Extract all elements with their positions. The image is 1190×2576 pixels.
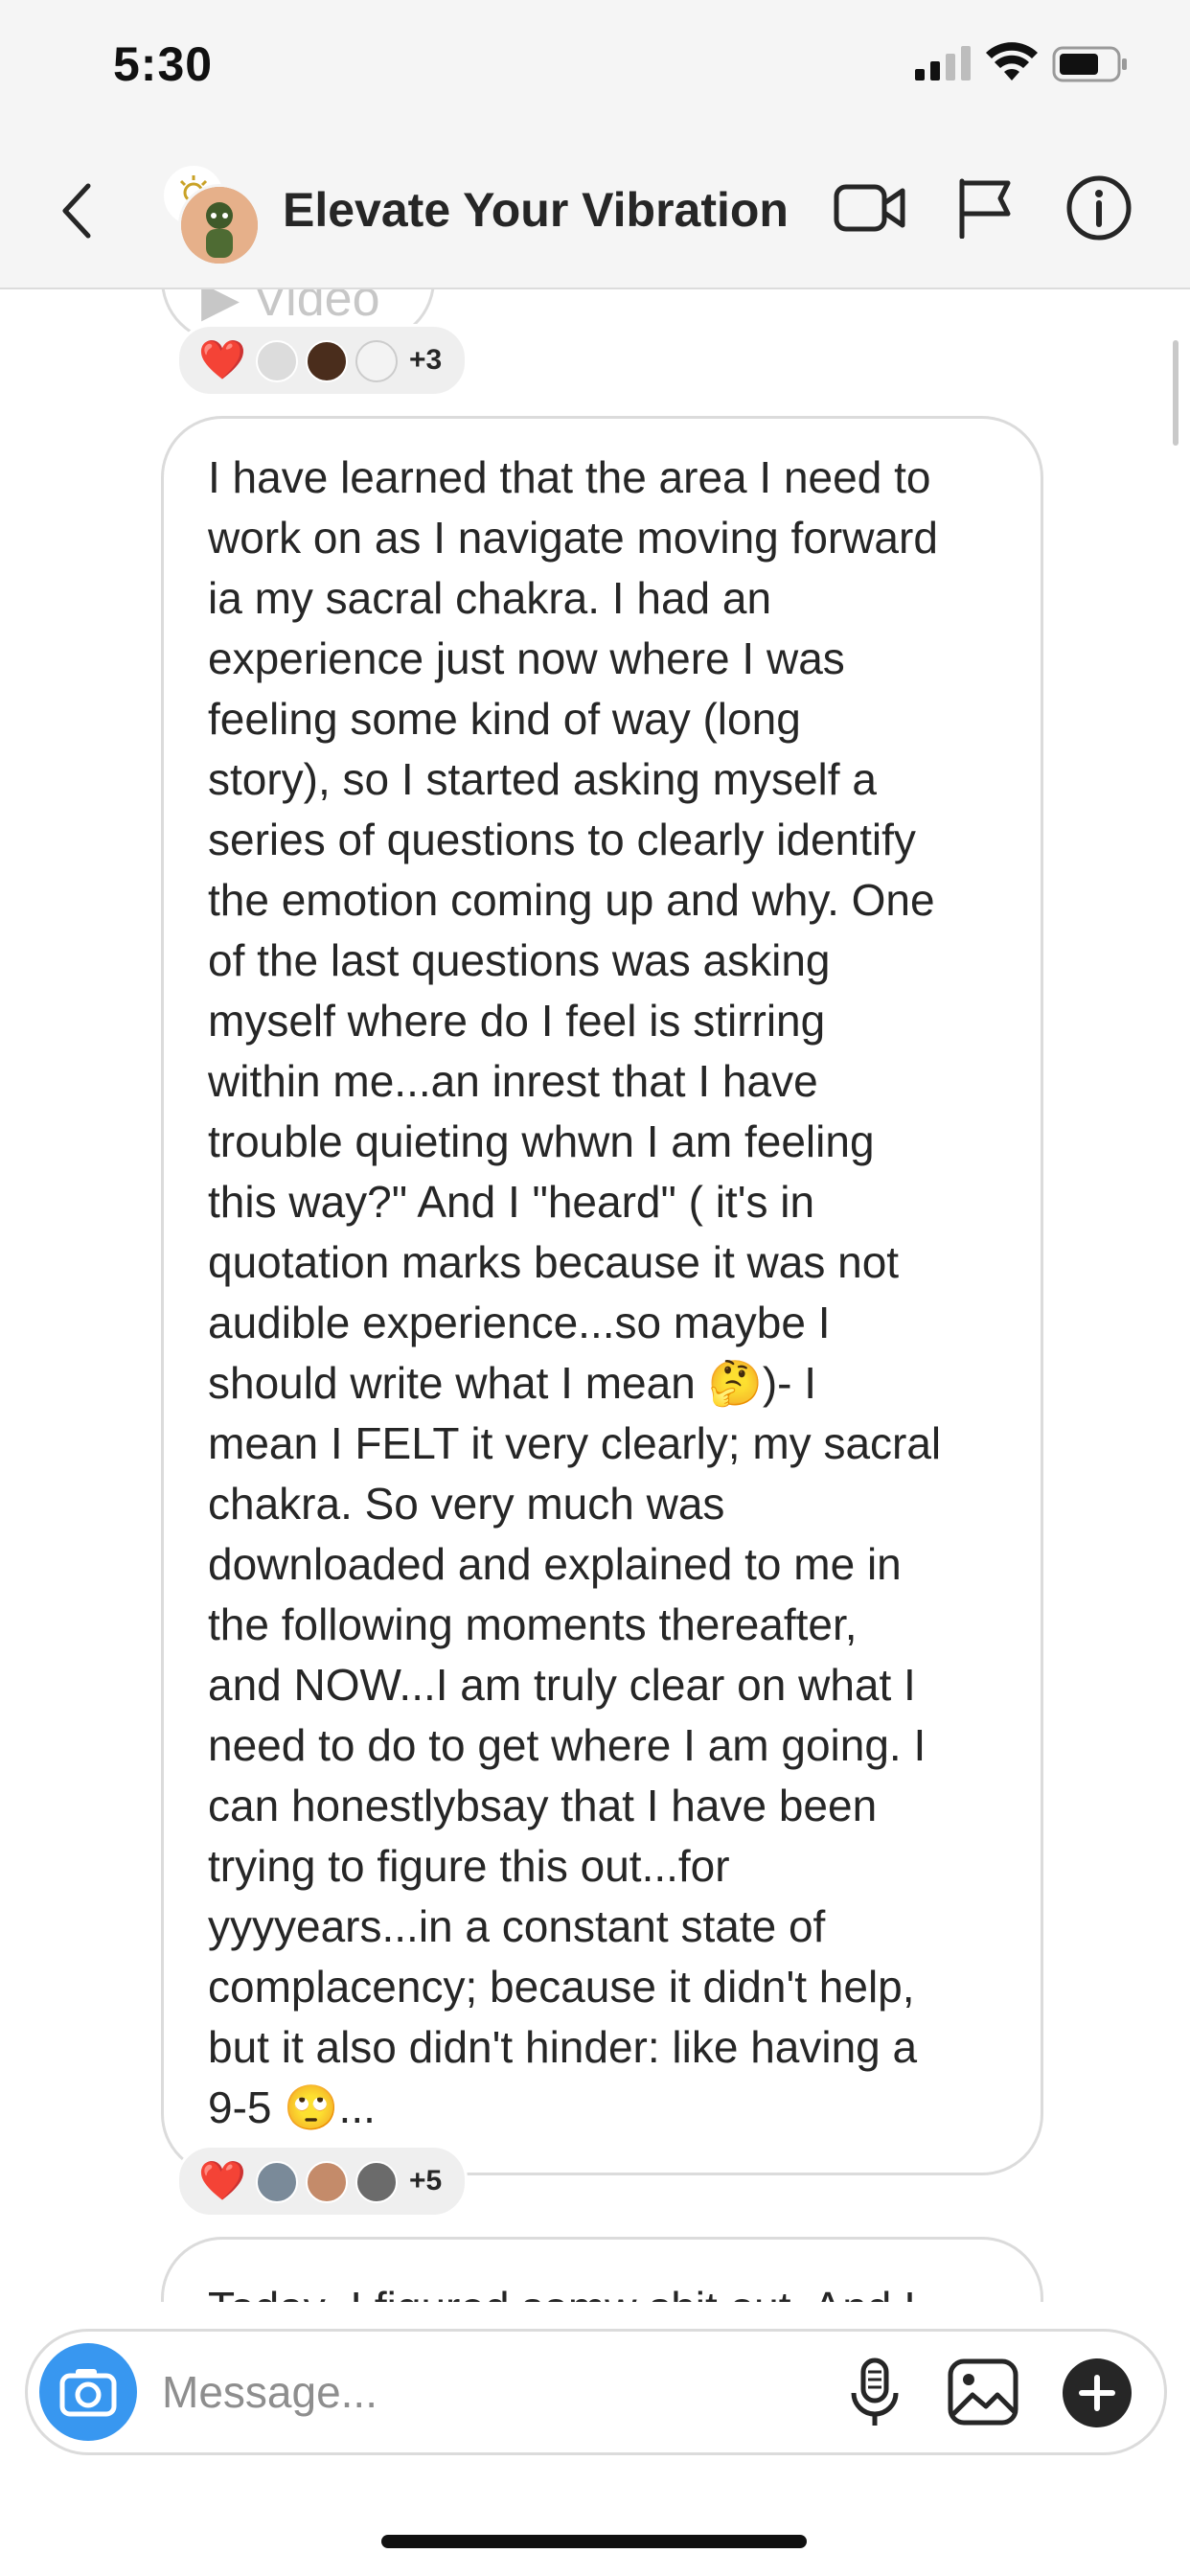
info-icon[interactable] (1065, 174, 1133, 242)
reactor-avatar (306, 2161, 348, 2203)
group-avatar[interactable] (161, 163, 261, 266)
heart-reaction-icon: ❤️ (198, 2160, 246, 2202)
message-reactions[interactable]: ❤️ +3 (176, 324, 468, 397)
message-text: I have learned that the area I need to w… (208, 452, 942, 2132)
avatar-primary (178, 184, 261, 266)
reactor-avatar (256, 2161, 298, 2203)
battery-icon (1052, 46, 1127, 82)
message-composer: Message... (25, 2329, 1167, 2455)
message-reactions[interactable]: ❤️ +5 (176, 2145, 468, 2218)
heart-reaction-icon: ❤️ (198, 339, 246, 381)
flag-icon[interactable] (956, 177, 1014, 239)
reactor-avatar (256, 340, 298, 382)
camera-icon (59, 2369, 117, 2417)
status-bar: 5:30 (0, 0, 1190, 134)
video-message-label: ▶ Video (201, 289, 380, 328)
status-time: 5:30 (113, 37, 214, 91)
message-bubble[interactable]: Today I figured somw shit out And I (161, 2237, 1043, 2302)
chat-title[interactable]: Elevate Your Vibration (283, 182, 789, 238)
cellular-signal-icon (915, 46, 971, 80)
play-icon: ▶ (201, 289, 254, 327)
camera-button[interactable] (39, 2343, 137, 2441)
message-thread[interactable]: ▶ Video ❤️ +3 I have learned that the ar… (0, 289, 1190, 2302)
person-figure-icon (181, 187, 258, 264)
reactor-avatar (355, 2161, 398, 2203)
video-camera-icon[interactable] (834, 177, 906, 239)
wifi-icon (986, 42, 1038, 80)
message-input[interactable]: Message... (162, 2366, 378, 2418)
scroll-indicator[interactable] (1173, 340, 1179, 446)
home-indicator[interactable] (381, 2535, 807, 2548)
message-text-preview: Today I figured somw shit out And I (208, 2278, 1003, 2302)
back-chevron-icon[interactable] (57, 182, 96, 240)
reactor-avatar (355, 340, 398, 382)
gallery-icon[interactable] (948, 2358, 1018, 2426)
reaction-count: +3 (409, 344, 443, 376)
microphone-icon[interactable] (846, 2357, 904, 2429)
add-icon[interactable] (1063, 2358, 1132, 2427)
message-bubble[interactable]: I have learned that the area I need to w… (161, 416, 1043, 2175)
reaction-count: +5 (409, 2165, 443, 2196)
reactor-avatar (306, 340, 348, 382)
